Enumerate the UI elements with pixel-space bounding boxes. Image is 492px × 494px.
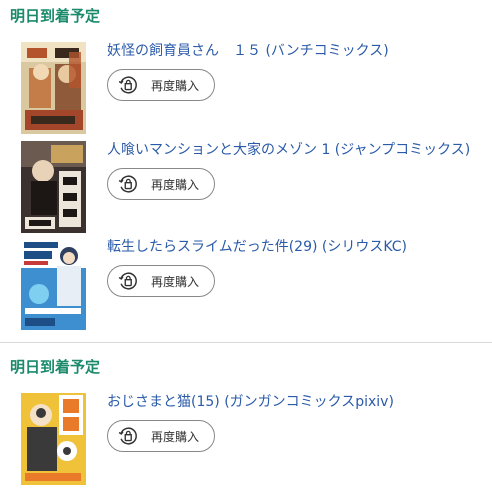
product-title-link[interactable]: 人喰いマンションと大家のメゾン 1 (ジャンプコミックス) (107, 141, 470, 159)
buy-again-button[interactable]: 再度購入 (107, 69, 215, 101)
delivery-group-heading: 明日到着予定 (10, 358, 101, 376)
book-cover-image[interactable] (21, 393, 86, 485)
buy-again-button[interactable]: 再度購入 (107, 265, 215, 297)
delivery-group-heading: 明日到着予定 (10, 7, 101, 25)
order-item: 転生したらスライムだった件(29) (シリウスKC) 再度購入 (21, 238, 486, 332)
product-title-link[interactable]: おじさまと猫(15) (ガンガンコミックスpixiv) (107, 393, 394, 411)
rebuy-cart-icon (118, 427, 137, 445)
buy-again-label: 再度購入 (151, 78, 200, 93)
book-cover-image[interactable] (21, 42, 86, 134)
buy-again-label: 再度購入 (151, 429, 200, 444)
order-item: おじさまと猫(15) (ガンガンコミックスpixiv) 再度購入 (21, 393, 486, 487)
product-title-link[interactable]: 転生したらスライムだった件(29) (シリウスKC) (107, 238, 407, 256)
book-cover-image[interactable] (21, 141, 86, 233)
order-item: 妖怪の飼育員さん １５ (バンチコミックス) 再度購入 (21, 42, 486, 136)
rebuy-cart-icon (118, 272, 137, 290)
rebuy-cart-icon (118, 76, 137, 94)
order-item: 人喰いマンションと大家のメゾン 1 (ジャンプコミックス) 再度購入 (21, 141, 486, 235)
buy-again-button[interactable]: 再度購入 (107, 168, 215, 200)
rebuy-cart-icon (118, 175, 137, 193)
buy-again-label: 再度購入 (151, 274, 200, 289)
section-divider (0, 342, 492, 343)
product-title-link[interactable]: 妖怪の飼育員さん １５ (バンチコミックス) (107, 42, 389, 60)
buy-again-button[interactable]: 再度購入 (107, 420, 215, 452)
buy-again-label: 再度購入 (151, 177, 200, 192)
book-cover-image[interactable] (21, 238, 86, 330)
